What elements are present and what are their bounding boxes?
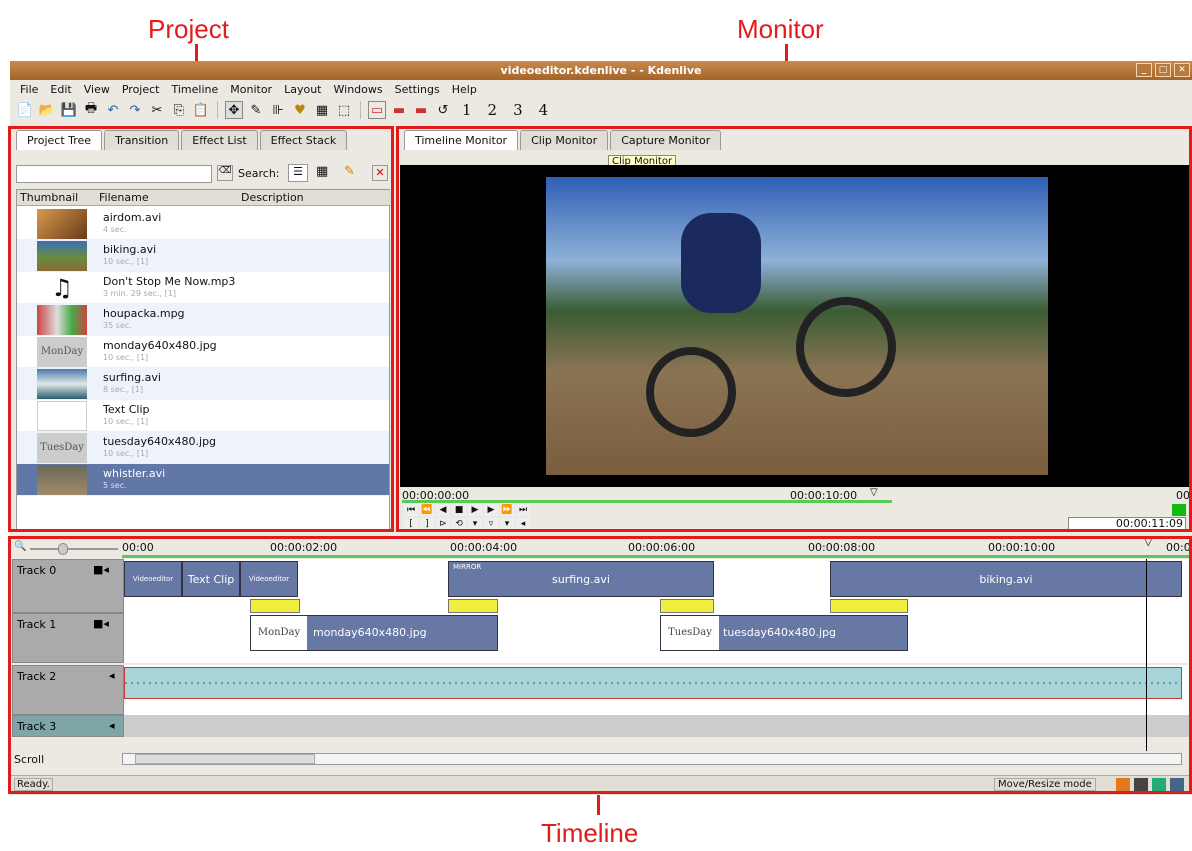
- layout-3[interactable]: 3: [507, 101, 529, 119]
- window-title: videoeditor.kdenlive - - Kdenlive: [500, 64, 702, 77]
- title-bar: videoeditor.kdenlive - - Kdenlive _ □ ✕: [10, 61, 1192, 80]
- callout-box-monitor: [396, 126, 1192, 532]
- menu-help[interactable]: Help: [446, 83, 483, 96]
- undo-icon[interactable]: ↶: [104, 101, 122, 119]
- selection-icon[interactable]: ⬚: [335, 101, 353, 119]
- callout-line-timeline: [597, 793, 600, 815]
- layout-1[interactable]: 1: [456, 101, 478, 119]
- layout-icon-1[interactable]: ▭: [368, 101, 386, 119]
- layout-4[interactable]: 4: [533, 101, 555, 119]
- move-tool-icon[interactable]: ✥: [225, 101, 243, 119]
- cut-icon[interactable]: ✂: [148, 101, 166, 119]
- open-folder-icon[interactable]: 📂: [38, 101, 56, 119]
- menu-file[interactable]: File: [14, 83, 44, 96]
- rotate-icon[interactable]: ↺: [434, 101, 452, 119]
- callout-box-timeline: [8, 536, 1192, 794]
- new-file-icon[interactable]: 📄: [16, 101, 34, 119]
- layout-icon-2[interactable]: ▬: [390, 101, 408, 119]
- copy-icon[interactable]: ⎘: [170, 101, 188, 119]
- save-icon[interactable]: 💾: [60, 101, 78, 119]
- callout-box-project: [8, 126, 394, 532]
- callout-monitor: Monitor: [737, 14, 824, 44]
- callout-project: Project: [148, 14, 229, 44]
- razor-tool-icon[interactable]: ✎: [247, 101, 265, 119]
- minimize-button[interactable]: _: [1136, 63, 1152, 77]
- callout-timeline: Timeline: [541, 818, 639, 848]
- paste-icon[interactable]: 📋: [192, 101, 210, 119]
- redo-icon[interactable]: ↷: [126, 101, 144, 119]
- layout-2[interactable]: 2: [482, 101, 504, 119]
- menu-layout[interactable]: Layout: [278, 83, 327, 96]
- spacer-tool-icon[interactable]: ⊪: [269, 101, 287, 119]
- menu-windows[interactable]: Windows: [328, 83, 389, 96]
- menu-monitor[interactable]: Monitor: [224, 83, 278, 96]
- close-button[interactable]: ✕: [1174, 63, 1190, 77]
- main-toolbar: 📄 📂 💾 🖶 ↶ ↷ ✂ ⎘ 📋 ✥ ✎ ⊪ ♥ ▦ ⬚ ▭ ▬ ▬ ↺ 1 …: [10, 98, 1192, 122]
- menu-settings[interactable]: Settings: [389, 83, 446, 96]
- menu-bar: File Edit View Project Timeline Monitor …: [10, 80, 1192, 98]
- menu-edit[interactable]: Edit: [44, 83, 77, 96]
- layout-icon-3[interactable]: ▬: [412, 101, 430, 119]
- maximize-button[interactable]: □: [1155, 63, 1171, 77]
- add-clip-icon[interactable]: ▦: [313, 101, 331, 119]
- spellcheck-icon[interactable]: ♥: [291, 101, 309, 119]
- menu-project[interactable]: Project: [116, 83, 166, 96]
- menu-view[interactable]: View: [78, 83, 116, 96]
- print-icon[interactable]: 🖶: [82, 101, 100, 119]
- menu-timeline[interactable]: Timeline: [165, 83, 224, 96]
